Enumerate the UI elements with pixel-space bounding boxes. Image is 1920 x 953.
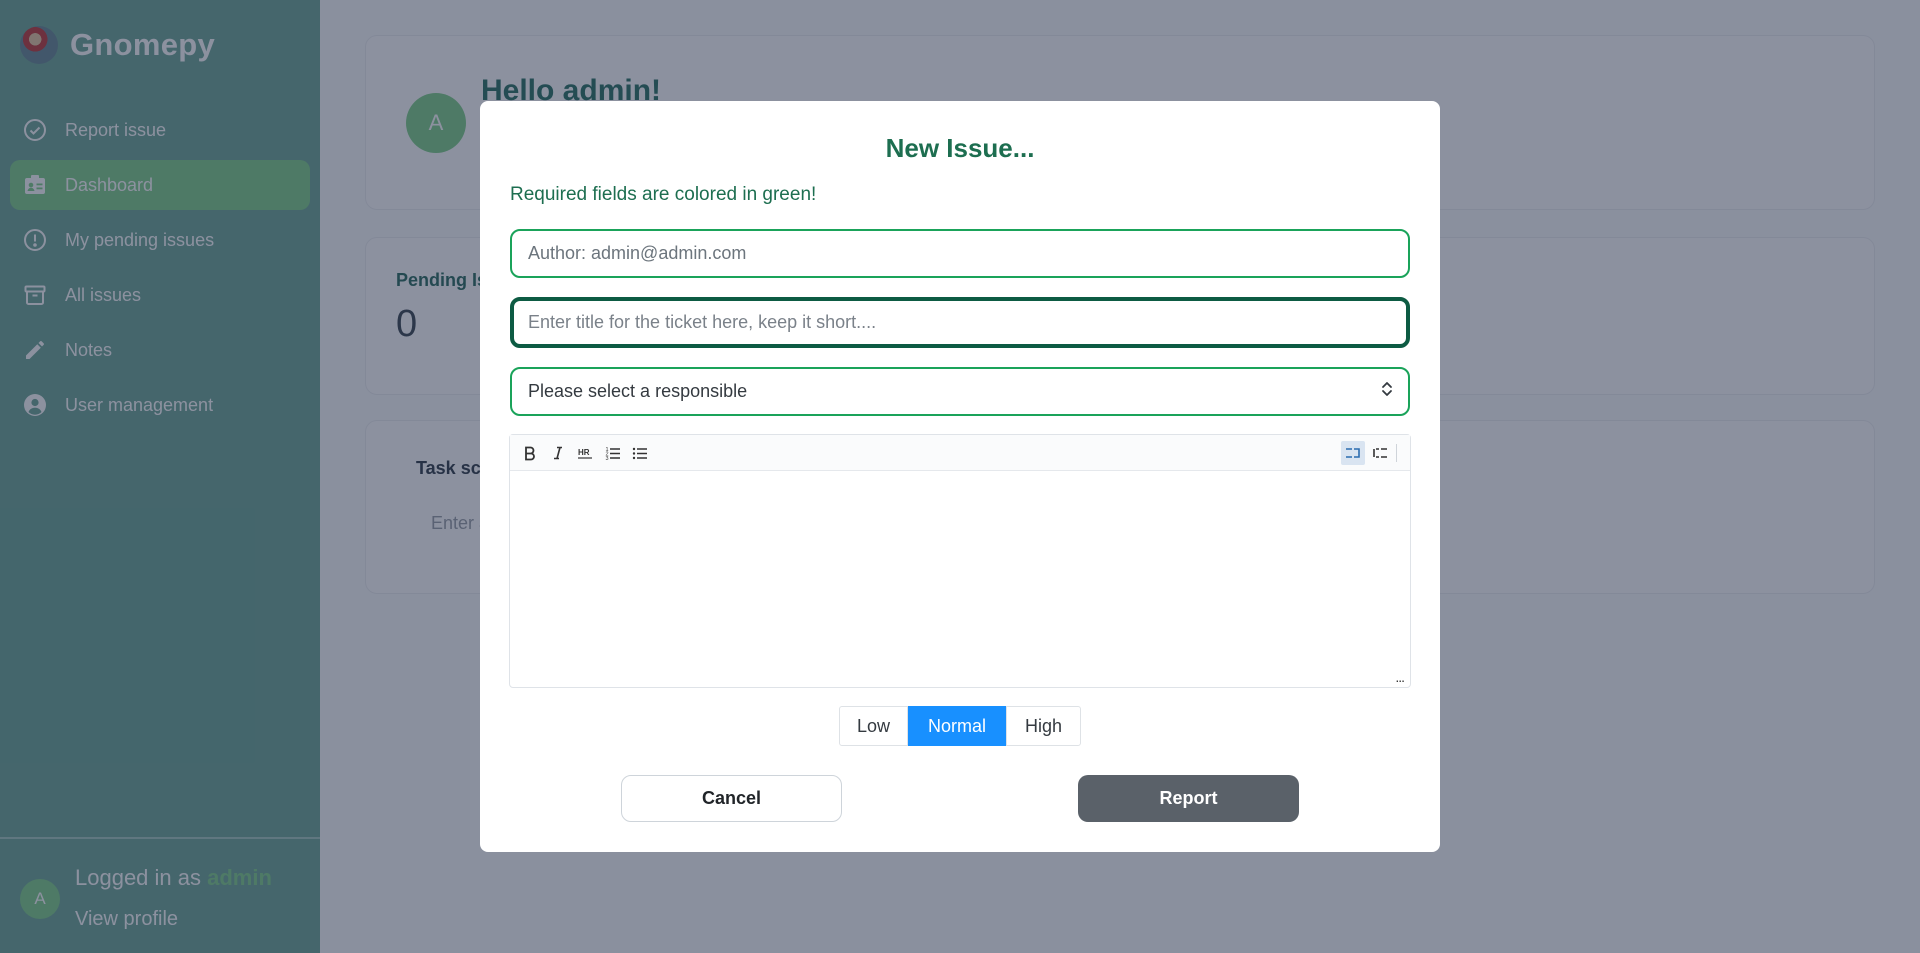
priority-normal-button[interactable]: Normal <box>908 706 1006 746</box>
required-fields-note: Required fields are colored in green! <box>510 184 817 205</box>
wysiwyg-view-icon[interactable] <box>1368 441 1392 465</box>
svg-text:3: 3 <box>606 456 609 461</box>
priority-high-button[interactable]: High <box>1006 706 1081 746</box>
bold-icon[interactable] <box>518 441 542 465</box>
ordered-list-icon[interactable]: 123 <box>601 441 625 465</box>
description-editor: HR 123 ... <box>509 434 1411 688</box>
priority-low-button[interactable]: Low <box>839 706 908 746</box>
italic-icon[interactable] <box>546 441 570 465</box>
editor-toolbar: HR 123 <box>510 435 1410 471</box>
source-view-icon[interactable] <box>1341 441 1365 465</box>
toolbar-divider <box>1396 444 1397 462</box>
hr-icon[interactable]: HR <box>573 441 597 465</box>
priority-selector: Low Normal High <box>839 706 1081 746</box>
resize-handle[interactable]: ... <box>1395 669 1405 685</box>
cancel-button[interactable]: Cancel <box>621 775 842 822</box>
responsible-select[interactable]: Please select a responsible <box>510 367 1410 416</box>
description-textarea[interactable] <box>510 472 1410 687</box>
new-issue-modal: New Issue... Required fields are colored… <box>480 101 1440 852</box>
issue-title-input[interactable] <box>510 297 1410 348</box>
unordered-list-icon[interactable] <box>628 441 652 465</box>
modal-title: New Issue... <box>885 133 1035 163</box>
report-button[interactable]: Report <box>1078 775 1299 822</box>
author-field: Author: admin@admin.com <box>510 229 1410 278</box>
svg-text:HR: HR <box>578 448 590 457</box>
responsible-select-value: Please select a responsible <box>528 381 748 401</box>
updown-arrows-icon <box>1380 379 1394 404</box>
